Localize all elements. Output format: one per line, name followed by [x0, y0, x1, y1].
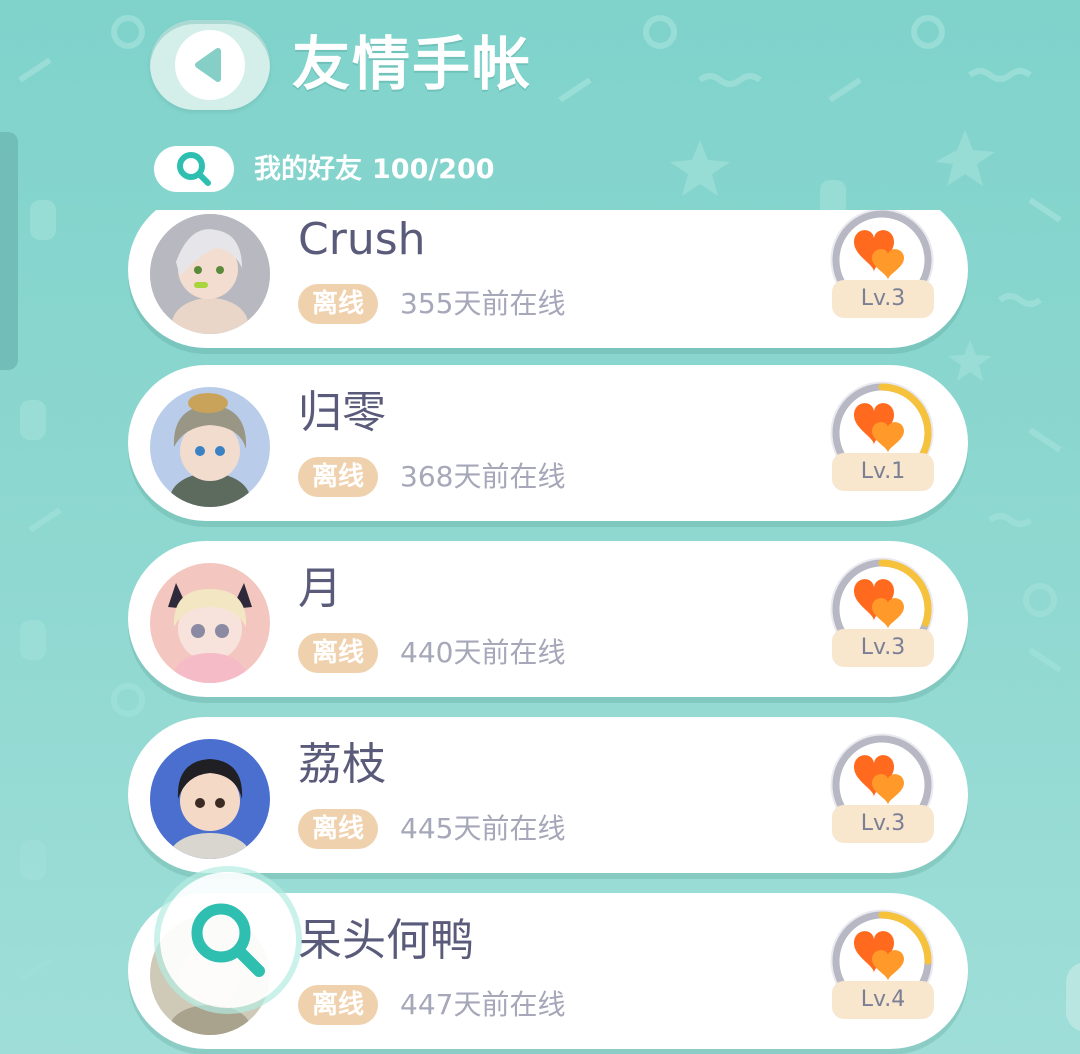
friend-card[interactable]: 归零 离线 368天前在线 Lv.1	[128, 365, 968, 521]
friend-name: Crush	[298, 214, 426, 265]
avatar-image	[150, 739, 270, 859]
level-badge: Lv.1	[832, 453, 934, 491]
back-button[interactable]	[150, 20, 270, 110]
last-online-text: 440天前在线	[400, 636, 566, 669]
status-badge: 离线	[298, 985, 378, 1025]
friends-label: 我的好友	[254, 154, 362, 185]
friend-name: 月	[298, 563, 342, 614]
friend-name: 呆头何鸭	[298, 915, 474, 966]
last-online-text: 355天前在线	[400, 287, 566, 320]
chevron-left-icon	[195, 48, 221, 82]
search-icon	[191, 903, 265, 977]
status-badge: 离线	[298, 809, 378, 849]
avatar-image	[150, 214, 270, 334]
last-online-text: 445天前在线	[400, 812, 566, 845]
avatar-image	[150, 563, 270, 683]
floating-search-button[interactable]	[160, 872, 296, 1008]
last-online-text: 368天前在线	[400, 460, 566, 493]
status-badge: 离线	[298, 284, 378, 324]
friend-card[interactable]: Crush 离线 355天前在线 Lv.3	[128, 210, 968, 348]
friends-count-value: 100/200	[372, 154, 495, 185]
friend-name: 归零	[298, 387, 386, 438]
level-badge: Lv.4	[832, 981, 934, 1019]
avatar-image	[150, 387, 270, 507]
friend-count: 我的好友 100/200	[254, 150, 505, 190]
level-badge: Lv.3	[832, 629, 934, 667]
level-badge: Lv.3	[832, 805, 934, 843]
status-badge: 离线	[298, 457, 378, 497]
last-online-text: 447天前在线	[400, 988, 566, 1021]
avatar[interactable]	[150, 739, 270, 859]
page-title: 友情手帐	[292, 30, 533, 98]
friend-name: 荔枝	[298, 739, 386, 790]
search-icon	[177, 152, 211, 186]
friend-card[interactable]: 荔枝 离线 445天前在线 Lv.3	[128, 717, 968, 873]
back-button-circle	[175, 30, 245, 100]
friend-card[interactable]: 月 离线 440天前在线 Lv.3	[128, 541, 968, 697]
side-drawer-handle[interactable]	[0, 132, 18, 370]
avatar[interactable]	[150, 214, 270, 334]
avatar[interactable]	[150, 387, 270, 507]
search-button[interactable]	[154, 146, 234, 192]
level-badge: Lv.3	[832, 280, 934, 318]
status-badge: 离线	[298, 633, 378, 673]
edge-handle[interactable]	[1066, 962, 1080, 1032]
avatar[interactable]	[150, 563, 270, 683]
